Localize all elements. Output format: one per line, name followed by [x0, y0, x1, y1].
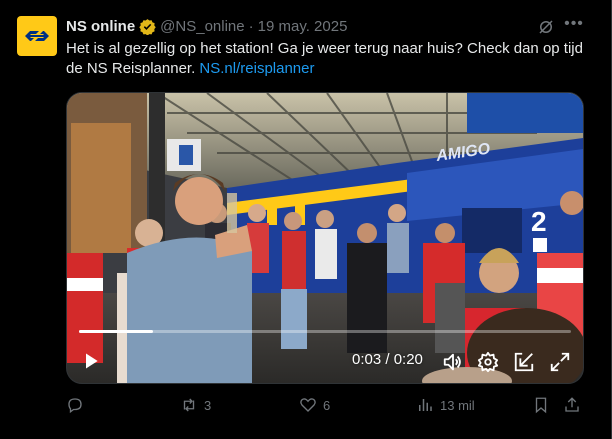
share-button[interactable] [563, 393, 581, 417]
popout-icon[interactable] [513, 351, 535, 373]
reply-button[interactable] [66, 393, 90, 417]
video-progress-fill [79, 330, 153, 333]
tweet-actions: 3 6 13 mil [66, 393, 586, 417]
volume-icon[interactable] [442, 351, 464, 373]
repost-count: 3 [204, 397, 212, 413]
fullscreen-icon[interactable] [549, 351, 571, 373]
tweet-body: Het is al gezellig op het station! Ga je… [66, 40, 583, 77]
like-icon [300, 398, 316, 412]
views-button[interactable]: 13 mil [416, 393, 475, 417]
bookmark-icon [535, 397, 547, 414]
post-date[interactable]: 19 may. 2025 [258, 18, 348, 35]
separator: · [248, 17, 254, 35]
repost-icon [183, 398, 195, 412]
views-count: 13 mil [440, 397, 475, 413]
reisplanner-link[interactable]: NS.nl/reisplanner [199, 60, 314, 77]
tweet-text: Het is al gezellig op het station! Ga je… [66, 39, 596, 79]
play-icon[interactable] [81, 351, 101, 371]
video-time: 0:03 / 0:20 [352, 351, 423, 368]
grok-icon[interactable] [537, 18, 555, 36]
bookmark-button[interactable] [532, 393, 550, 417]
ns-logo-icon [25, 31, 49, 41]
tweet-header: NS online @NS_online · 19 may. 2025 [66, 16, 571, 36]
verified-badge-icon [139, 18, 156, 35]
video-progress-bar[interactable] [79, 330, 571, 333]
video-frame: AMIGO 2 [67, 93, 583, 383]
train-number: 2 [531, 206, 547, 237]
avatar[interactable] [17, 16, 57, 56]
settings-icon[interactable] [477, 351, 499, 373]
author-name[interactable]: NS online [66, 18, 135, 35]
tweet[interactable]: NS online @NS_online · 19 may. 2025 ••• … [0, 0, 612, 439]
reply-icon [68, 398, 82, 414]
video-player[interactable]: AMIGO 2 0:03 / 0:20 [66, 92, 584, 384]
repost-button[interactable]: 3 [180, 393, 211, 417]
more-icon[interactable]: ••• [564, 14, 584, 34]
like-button[interactable]: 6 [299, 393, 330, 417]
author-handle[interactable]: @NS_online [160, 18, 244, 35]
like-count: 6 [323, 397, 331, 413]
share-icon [565, 397, 579, 412]
views-icon [419, 399, 432, 411]
